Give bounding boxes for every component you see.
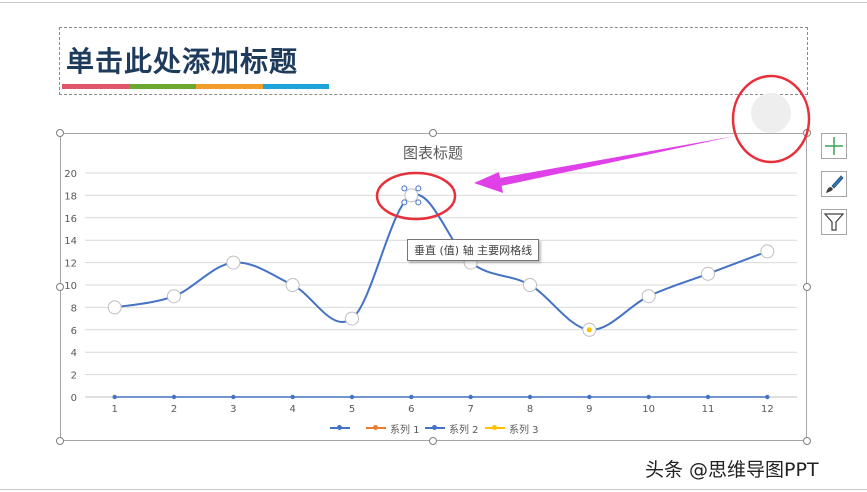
series-2-point[interactable]: [523, 278, 537, 292]
series-2-point[interactable]: [226, 255, 241, 270]
legend-label: 系列 2: [449, 425, 479, 436]
chart-filters-button[interactable]: [821, 209, 847, 235]
series-2-point[interactable]: [167, 289, 181, 304]
y-tick-label: 6: [71, 326, 77, 337]
bottom-border: [0, 489, 867, 490]
y-tick-label: 4: [71, 348, 77, 359]
point-selection-handle[interactable]: [401, 199, 408, 206]
pointer-arrow-head: [474, 172, 503, 193]
point-selection-handle[interactable]: [415, 185, 422, 192]
add-chart-element-button[interactable]: [821, 133, 847, 159]
x-tick-label: 2: [171, 404, 177, 415]
series-1-point[interactable]: [646, 394, 651, 400]
series-1-point[interactable]: [705, 394, 711, 400]
pointer-arrow-shaft: [494, 136, 735, 187]
legend-label: 系列 3: [509, 425, 539, 436]
x-tick-label: 4: [289, 404, 295, 415]
gridline-tooltip: 垂直 (值) 轴 主要网格线: [407, 239, 540, 261]
series-1-point[interactable]: [409, 394, 414, 400]
series-2-point[interactable]: [285, 278, 300, 292]
legend-marker: [492, 425, 497, 430]
series-1-point[interactable]: [112, 394, 117, 400]
series-1-point[interactable]: [171, 394, 177, 400]
x-tick-label: 11: [702, 404, 715, 415]
series-1-point[interactable]: [231, 394, 236, 400]
filter-icon: [823, 213, 845, 231]
x-tick-label: 7: [467, 404, 473, 415]
series-1-point[interactable]: [527, 394, 533, 400]
y-tick-label: 18: [64, 191, 77, 202]
x-tick-label: 10: [642, 404, 655, 415]
x-tick-label: 8: [527, 404, 533, 415]
series-1-point[interactable]: [765, 394, 770, 400]
x-tick-label: 6: [408, 404, 414, 415]
y-tick-label: 14: [64, 236, 77, 247]
legend-marker: [373, 425, 378, 430]
y-tick-label: 2: [71, 371, 77, 382]
x-tick-label: 5: [349, 404, 355, 415]
series-1-point[interactable]: [468, 394, 473, 400]
y-tick-label: 16: [64, 214, 77, 225]
legend-item-unnamed[interactable]: [330, 421, 362, 435]
point-selection-handle[interactable]: [415, 199, 422, 206]
legend-item-series2[interactable]: 系列 2: [425, 421, 481, 436]
cursor-highlight: [751, 93, 791, 133]
y-tick-label: 10: [64, 281, 77, 292]
series-2-point[interactable]: [641, 289, 656, 304]
y-tick-label: 20: [64, 169, 77, 180]
y-tick-label: 8: [71, 303, 77, 314]
series-2-point[interactable]: [404, 188, 419, 203]
series-1-point[interactable]: [290, 394, 295, 400]
legend-label: 系列 1: [390, 425, 420, 436]
x-tick-label: 9: [586, 404, 592, 415]
x-tick-label: 3: [230, 404, 236, 415]
chart-styles-button[interactable]: [821, 171, 847, 197]
series-2-point[interactable]: [345, 311, 359, 326]
legend-item-series3[interactable]: 系列 3: [485, 421, 541, 436]
legend-marker: [337, 425, 342, 430]
series-2-point[interactable]: [760, 244, 775, 259]
point-selection-handle[interactable]: [401, 185, 408, 192]
series-3-point[interactable]: [586, 327, 592, 333]
y-tick-label: 0: [71, 393, 77, 404]
plus-icon: [825, 137, 843, 155]
paintbrush-icon: [826, 175, 844, 193]
y-tick-label: 12: [64, 259, 77, 270]
x-tick-label: 1: [111, 404, 117, 415]
watermark: 头条 @思维导图PPT: [645, 459, 819, 481]
series-1-point[interactable]: [349, 394, 355, 400]
legend-item-series1[interactable]: 系列 1: [366, 421, 422, 436]
series-2-point[interactable]: [107, 300, 122, 315]
x-tick-label: 12: [761, 404, 774, 415]
series-2-point[interactable]: [701, 266, 715, 281]
series-1-point[interactable]: [587, 394, 592, 400]
legend-marker: [432, 425, 437, 430]
